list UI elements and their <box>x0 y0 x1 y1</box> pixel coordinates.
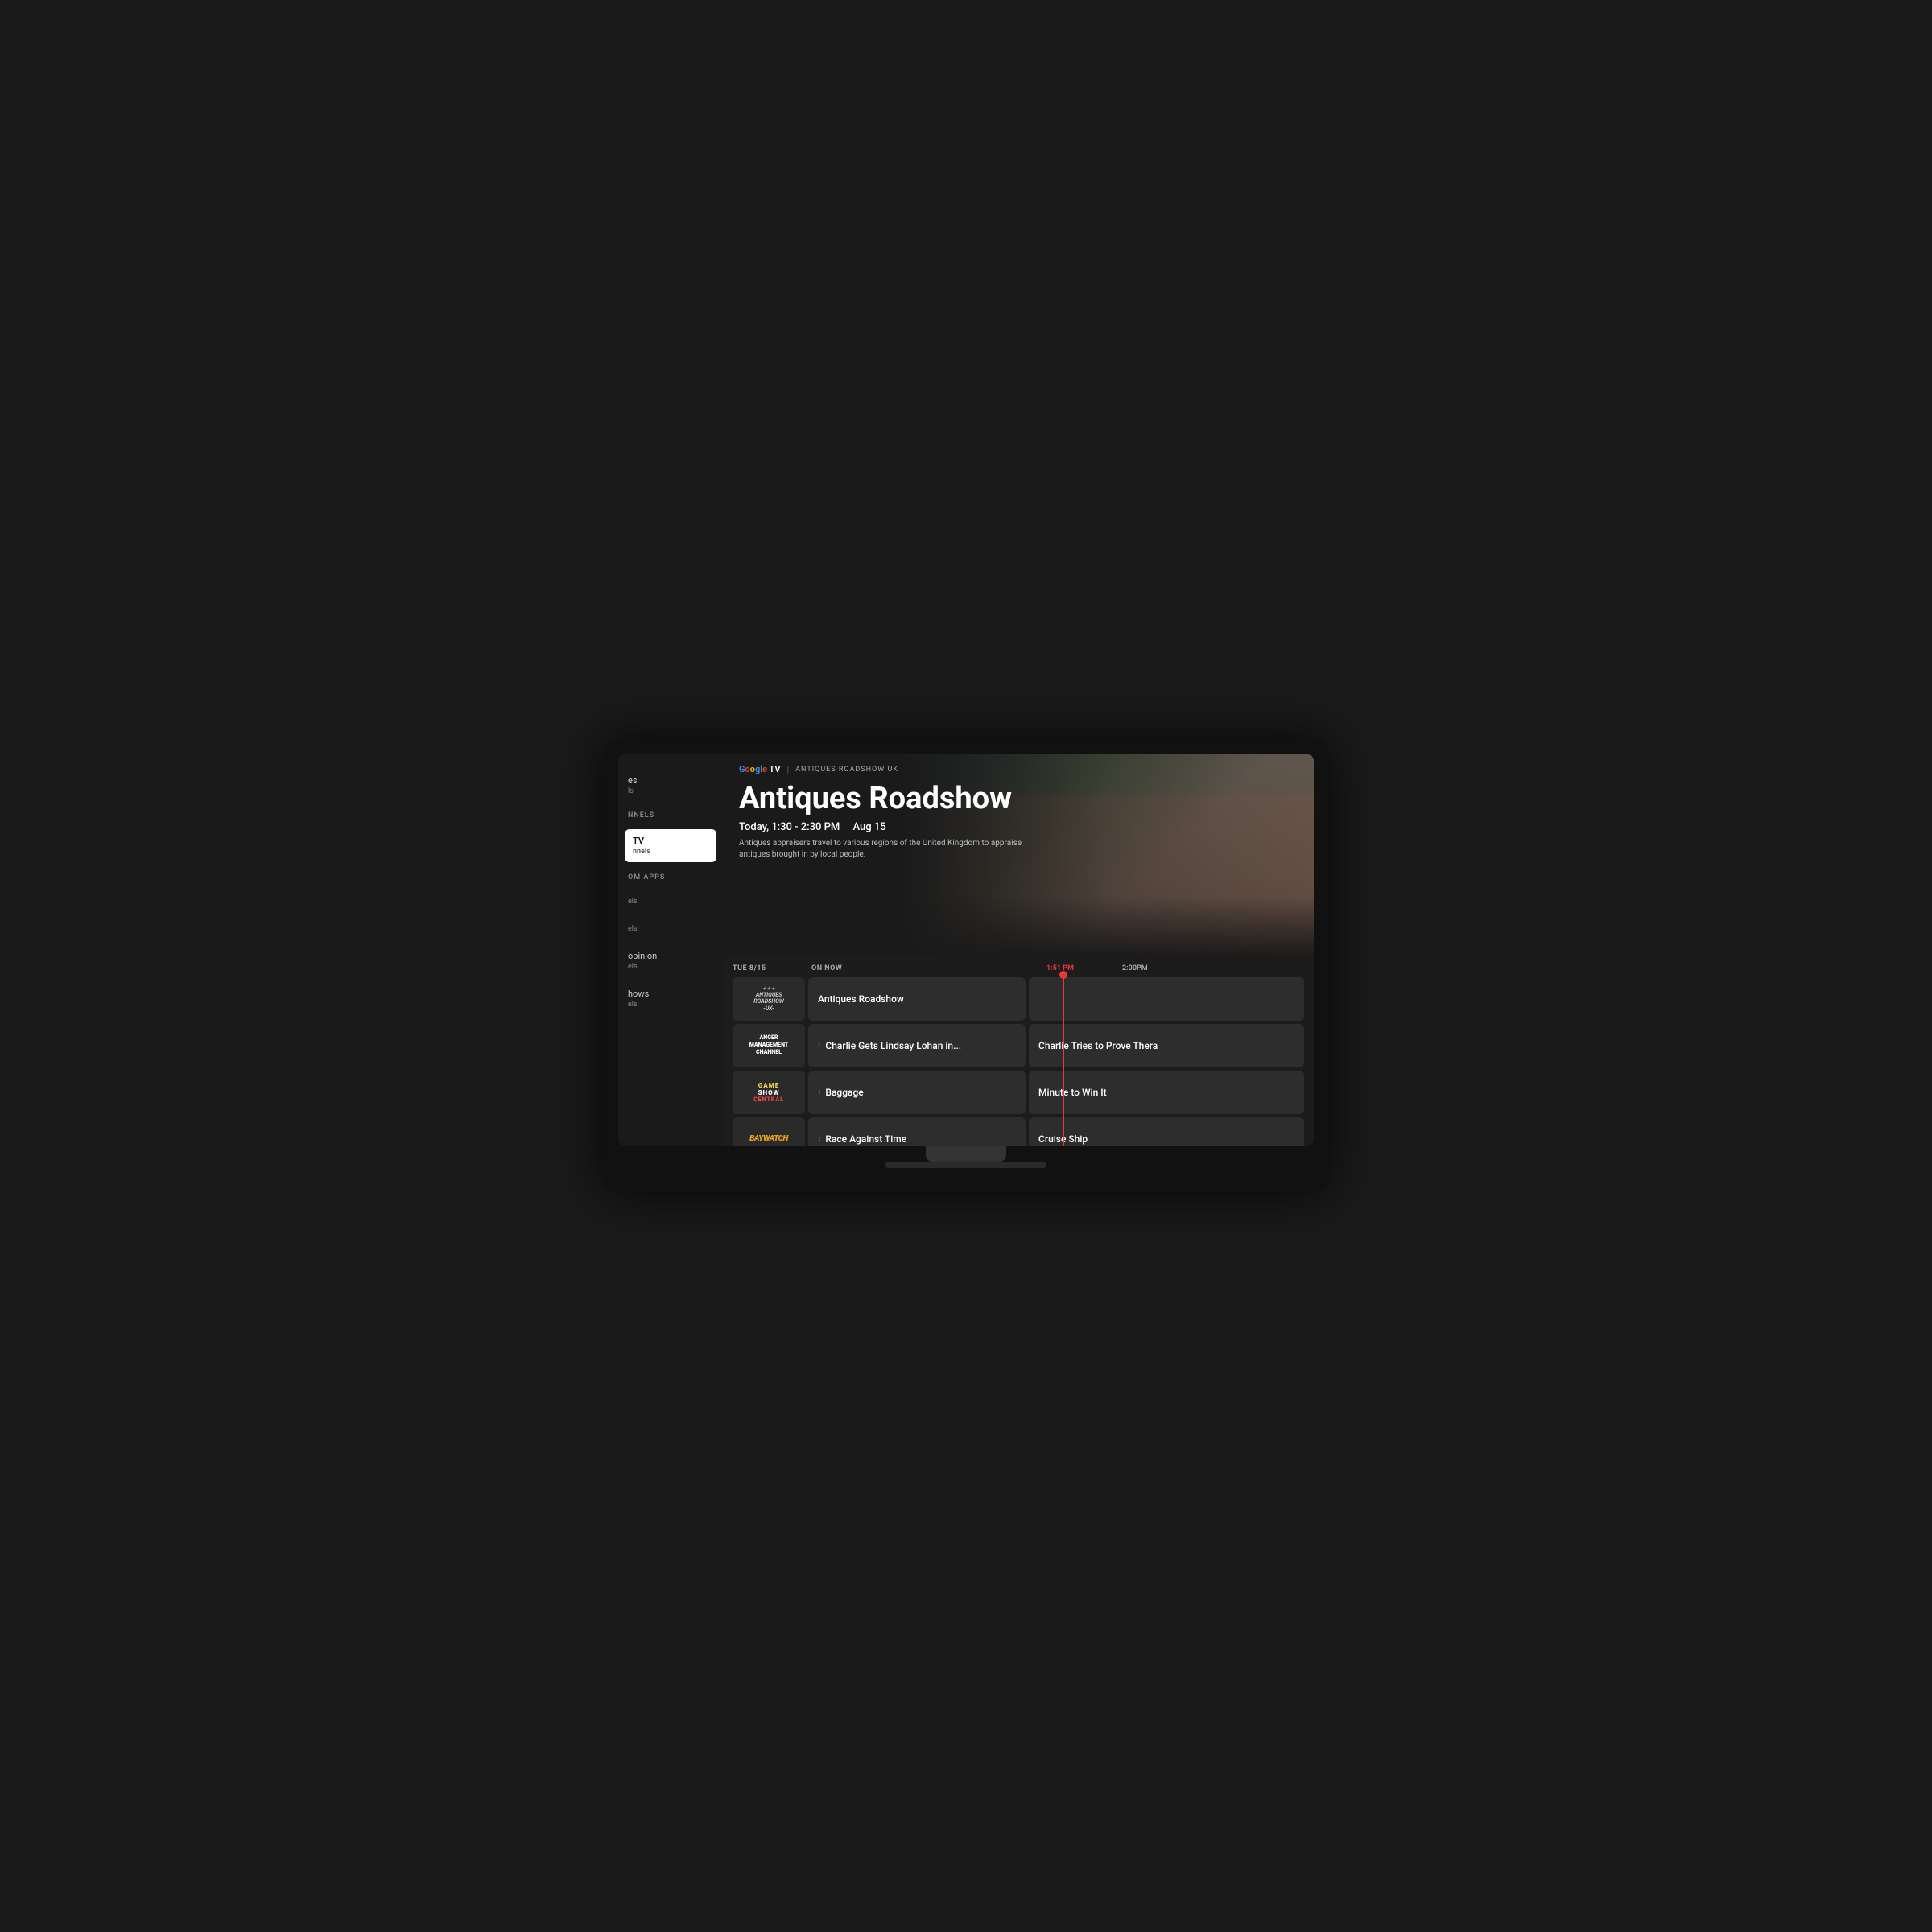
tv-stand <box>926 1146 1006 1162</box>
sidebar-item-apps-sublabel: els <box>628 898 713 906</box>
gameshow-show-text: SHOW <box>758 1089 779 1096</box>
guide-date-header: TUE 8/15 <box>733 964 805 972</box>
sidebar-opinion-label: opinion <box>628 951 657 961</box>
sidebar-item-tv-sublabel: nnels <box>633 848 708 856</box>
chevron-icon-anger: ‹ <box>818 1040 820 1051</box>
guide-section: TUE 8/15 ON NOW 1:51 PM 2:00PM ✦✦✦ ANTIQ… <box>723 958 1314 1146</box>
sidebar-opinion-sublabel: els <box>628 963 713 971</box>
google-logo-e: e <box>762 764 767 774</box>
main-content: Google TV | ANTIQUES ROADSHOW UK Antique… <box>723 754 1314 1146</box>
sidebar-item-label: es <box>628 775 638 786</box>
sidebar-item-shows[interactable]: hows els <box>618 984 723 1013</box>
time-indicator-line <box>1063 971 1064 1146</box>
antiques-logo-text: ✦✦✦ ANTIQUES ROADSHOW -UK- <box>750 983 787 1015</box>
gameshow-logo-text: GAME SHOW CENTRAL <box>753 1082 784 1103</box>
sidebar-shows-sublabel: els <box>628 1001 713 1009</box>
sidebar-item-opinion[interactable]: opinion els <box>618 946 723 976</box>
program-gameshow-current-text: Baggage <box>825 1087 863 1098</box>
program-antiques-current-text: Antiques Roadshow <box>818 993 904 1005</box>
hero-title: Antiques Roadshow <box>739 782 1298 816</box>
program-anger-next-text: Charlie Tries to Prove Thera <box>1038 1040 1158 1051</box>
google-tv-logo: Google TV <box>739 764 780 774</box>
google-logo-g: G <box>739 764 745 774</box>
program-anger-current-text: Charlie Gets Lindsay Lohan in... <box>825 1040 961 1051</box>
hero-description: Antiques appraisers travel to various re… <box>739 838 1045 861</box>
guide-row-gameshow: GAME SHOW CENTRAL ‹ Baggage Minute to Wi… <box>733 1071 1304 1114</box>
program-gameshow-next-text: Minute to Win It <box>1038 1087 1107 1098</box>
hero-section: Google TV | ANTIQUES ROADSHOW UK Antique… <box>723 754 1314 958</box>
program-anger-current[interactable]: ‹ Charlie Gets Lindsay Lohan in... <box>808 1024 1026 1067</box>
channel-logo-anger[interactable]: ANGER MANAGEMENT CHANNEL <box>733 1024 805 1067</box>
sidebar-item-sublabel: ls <box>628 787 713 795</box>
baywatch-logo-text: BAYWATCH <box>749 1134 788 1143</box>
channel-logo-antiques[interactable]: ✦✦✦ ANTIQUES ROADSHOW -UK- <box>733 977 805 1021</box>
hero-content: Google TV | ANTIQUES ROADSHOW UK Antique… <box>723 754 1314 870</box>
program-antiques-current[interactable]: Antiques Roadshow <box>808 977 1026 1021</box>
sidebar-item-tv[interactable]: TV nnels <box>625 829 716 862</box>
tv-screen: es ls NNELS TV nnels OM APPS els els opi… <box>618 754 1314 1146</box>
anger-logo-text: ANGER MANAGEMENT CHANNEL <box>749 1034 789 1056</box>
program-gameshow-current[interactable]: ‹ Baggage <box>808 1071 1026 1114</box>
hero-date-text: Aug 15 <box>852 821 886 833</box>
sidebar-item-item2[interactable]: els <box>618 919 723 938</box>
channel-logo-baywatch[interactable]: BAYWATCH <box>733 1117 805 1146</box>
guide-row-antiques: ✦✦✦ ANTIQUES ROADSHOW -UK- Antiques Road… <box>733 977 1304 1021</box>
guide-rows: ✦✦✦ ANTIQUES ROADSHOW -UK- Antiques Road… <box>733 977 1304 1146</box>
google-tv-header: Google TV | ANTIQUES ROADSHOW UK <box>739 764 1298 774</box>
hero-time-text: Today, 1:30 - 2:30 PM <box>739 821 840 833</box>
program-anger-next[interactable]: Charlie Tries to Prove Thera <box>1029 1024 1304 1067</box>
hero-show-label: ANTIQUES ROADSHOW UK <box>795 766 898 774</box>
guide-next-time: 2:00PM <box>1122 964 1148 972</box>
program-baywatch-current[interactable]: ‹ Race Against Time <box>808 1117 1026 1146</box>
program-baywatch-next[interactable]: Cruise Ship <box>1029 1117 1304 1146</box>
chevron-icon-gameshow: ‹ <box>818 1087 820 1097</box>
sidebar: es ls NNELS TV nnels OM APPS els els opi… <box>618 754 723 1146</box>
guide-onnow-header: ON NOW <box>805 964 1022 972</box>
tv-frame: es ls NNELS TV nnels OM APPS els els opi… <box>604 740 1328 1192</box>
channel-logo-gameshow[interactable]: GAME SHOW CENTRAL <box>733 1071 805 1114</box>
tv-stand-base <box>886 1162 1046 1168</box>
sidebar-item-apps[interactable]: els <box>618 891 723 910</box>
sidebar-item-es[interactable]: es ls <box>618 770 723 800</box>
gameshow-game-text: GAME <box>758 1082 779 1089</box>
sidebar-item-item2-sublabel: els <box>628 925 713 933</box>
chevron-icon-baywatch: ‹ <box>818 1133 820 1144</box>
sidebar-section-channels: NNELS <box>618 808 723 821</box>
sidebar-item-tv-label: TV <box>633 836 644 846</box>
program-gameshow-next[interactable]: Minute to Win It <box>1029 1071 1304 1114</box>
sidebar-shows-label: hows <box>628 989 649 999</box>
guide-row-baywatch: BAYWATCH ‹ Race Against Time Cruise Ship <box>733 1117 1304 1146</box>
program-baywatch-current-text: Race Against Time <box>825 1133 906 1145</box>
program-antiques-next[interactable] <box>1029 977 1304 1021</box>
google-tv-text: TV <box>769 764 780 774</box>
header-divider: | <box>786 764 789 774</box>
guide-row-anger: ANGER MANAGEMENT CHANNEL ‹ Charlie Gets … <box>733 1024 1304 1067</box>
hero-time: Today, 1:30 - 2:30 PM Aug 15 <box>739 821 1298 833</box>
guide-header: TUE 8/15 ON NOW 1:51 PM 2:00PM <box>733 958 1304 977</box>
sidebar-section-apps: OM APPS <box>618 870 723 883</box>
gameshow-central-text: CENTRAL <box>753 1096 784 1103</box>
